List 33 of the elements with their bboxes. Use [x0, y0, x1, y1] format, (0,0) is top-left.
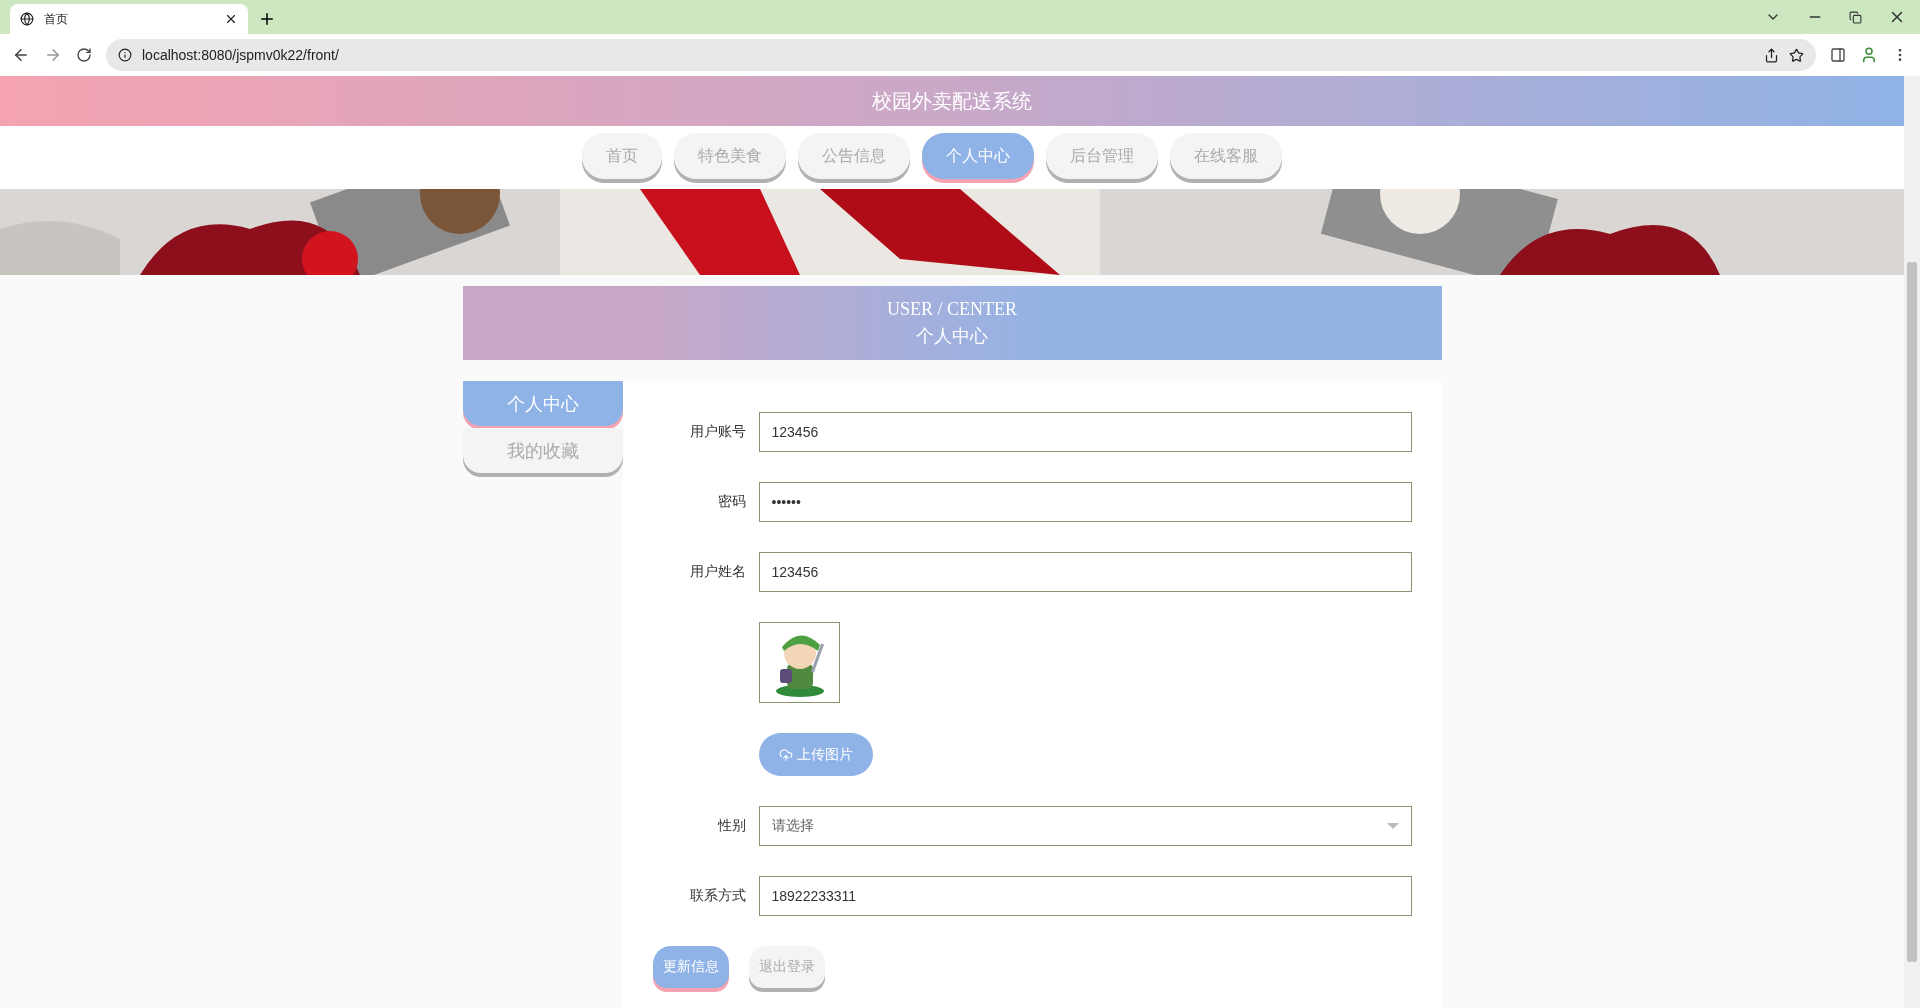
restore-icon[interactable]: [1849, 10, 1862, 24]
section-title-english: USER / CENTER: [887, 298, 1017, 321]
field-label: 用户姓名: [688, 563, 747, 581]
new-tab-icon[interactable]: [258, 10, 276, 28]
browser-tab[interactable]: 首页: [10, 4, 248, 34]
close-icon[interactable]: [224, 12, 238, 26]
field-label: 联系方式: [688, 887, 747, 905]
sidebar-item[interactable]: 个人中心: [462, 381, 623, 426]
field-label: 用户账号: [688, 423, 747, 441]
cloud-upload-icon: [778, 747, 793, 762]
section-title: 个人中心: [916, 325, 988, 348]
side-panel-icon[interactable]: [1830, 47, 1846, 63]
tab-title: 首页: [44, 10, 69, 28]
info-icon: [118, 48, 132, 62]
url-text: localhost:8080/jspmv0k22/front/: [142, 47, 340, 63]
site-title: 校园外卖配送系统: [872, 87, 1032, 115]
scrollbar-thumb[interactable]: [1907, 262, 1917, 962]
input-field[interactable]: 18922233311: [758, 876, 1412, 916]
input-field[interactable]: ••••••: [758, 482, 1412, 522]
upload-button[interactable]: 上传图片: [758, 733, 873, 776]
field-label: 密码: [716, 493, 747, 511]
globe-icon: [20, 12, 34, 26]
back-icon[interactable]: [12, 46, 30, 64]
reload-icon[interactable]: [76, 47, 92, 63]
star-icon[interactable]: [1789, 47, 1804, 63]
select-field[interactable]: 请选择: [758, 806, 1412, 846]
address-bar[interactable]: localhost:8080/jspmv0k22/front/: [106, 39, 1816, 71]
field-label: 性别: [716, 817, 747, 835]
share-icon[interactable]: [1764, 47, 1779, 63]
forward-icon[interactable]: [44, 46, 62, 64]
input-field[interactable]: 123456: [758, 412, 1412, 452]
profile-icon[interactable]: [1860, 46, 1878, 64]
input-field[interactable]: 123456: [758, 552, 1412, 592]
